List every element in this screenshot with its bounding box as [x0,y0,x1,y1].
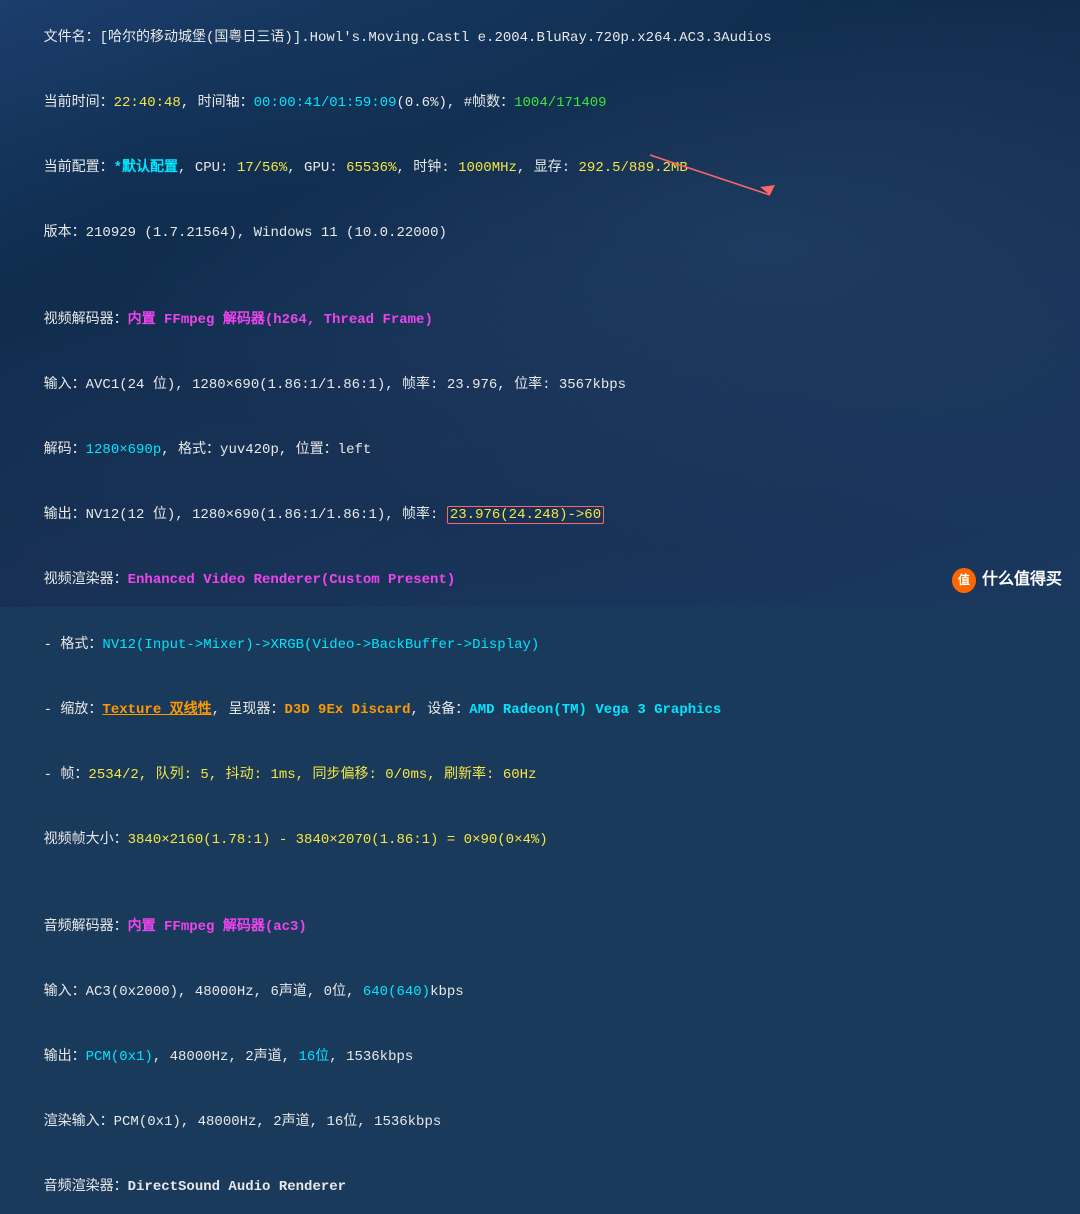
vsize-line: 视频帧大小：3840×2160(1.78:1) - 3840×2070(1.86… [10,808,1070,873]
gpu-sep: , GPU: [287,160,346,176]
blank1 [10,266,1070,288]
vram-sep: , 显存: [517,160,579,176]
ain-pre: AC3(0x2000), 48000Hz, 6声道, 0位, [86,984,363,1000]
ain-line: 输入：AC3(0x2000), 48000Hz, 6声道, 0位, 640(64… [10,960,1070,1025]
filename-label: 文件名： [44,30,100,46]
vdecode-value: 1280×690p [86,442,162,458]
vpos-value: left [338,442,372,458]
vout-label: 输出： [44,507,86,523]
vdec-label: 视频解码器： [44,312,128,328]
gpu-value: 65536% [346,160,396,176]
vframe-value: 2534/2, 队列: 5, 抖动: 1ms, 同步偏移: 0/0ms, 刷新率… [88,767,536,783]
vscale-device-sep: , 设备： [410,702,469,718]
time-label: 当前时间： [44,95,114,111]
vframe-label: - 帧： [44,767,89,783]
vsize-value: 3840×2160(1.78:1) - 3840×2070(1.86:1) = … [128,832,548,848]
version-value: 210929 (1.7.21564), Windows 11 (10.0.220… [86,225,447,241]
vscale-renderer-sep: , 呈现器： [212,702,285,718]
watermark-text: 什么值得买 [982,568,1062,593]
arenderer-label: 音频渲染器： [44,1179,128,1195]
vformat2-value: NV12(Input->Mixer)->XRGB(Video->BackBuff… [102,637,539,653]
vscale-renderer: D3D 9Ex Discard [284,702,410,718]
aout-pcm: PCM(0x1) [86,1049,153,1065]
vrenderer-label: 视频渲染器： [44,572,128,588]
config-line: 当前配置：*默认配置, CPU: 17/56%, GPU: 65536%, 时钟… [10,136,1070,201]
vformat2-line: - 格式：NV12(Input->Mixer)->XRGB(Video->Bac… [10,613,1070,678]
vpos-sep: , 位置： [279,442,338,458]
frame-value: 1004/171409 [514,95,606,111]
vin-value: AVC1(24 位), 1280×690(1.86:1/1.86:1), 帧率:… [86,377,626,393]
fps-highlight-box: 23.976(24.248)->60 [447,506,604,524]
timeline-value: 00:00:41/01:59:09 [254,95,397,111]
arenderer-value: DirectSound Audio Renderer [128,1179,346,1195]
time-value: 22:40:48 [114,95,181,111]
amix-pre: PCM(0x1), 48000Hz, 2声道, 16位, 1536kbps [114,1114,442,1130]
clock-sep: , 时钟: [396,160,458,176]
vformat-sep: , 格式： [161,442,220,458]
vscale-label: - 缩放： [44,702,103,718]
info-overlay: 文件名：[哈尔的移动城堡(国粤日三语)].Howl's.Moving.Castl… [0,0,1080,1214]
vframe-line: - 帧：2534/2, 队列: 5, 抖动: 1ms, 同步偏移: 0/0ms,… [10,743,1070,808]
ain-kbps: 640(640) [363,984,430,1000]
timeline-pct: (0.6%) [396,95,446,111]
vsize-label: 视频帧大小： [44,832,128,848]
watermark: 值 什么值得买 [952,568,1062,593]
vout-pre: NV12(12 位), 1280×690(1.86:1/1.86:1), 帧率: [86,507,447,523]
vscale-tex: Texture 双线性 [102,702,211,718]
aout-bits: 16位 [298,1049,329,1065]
vscale-line: - 缩放：Texture 双线性, 呈现器：D3D 9Ex Discard, 设… [10,678,1070,743]
time-line: 当前时间：22:40:48, 时间轴：00:00:41/01:59:09(0.6… [10,71,1070,136]
filename-value: [哈尔的移动城堡(国粤日三语)].Howl's.Moving.Castl e.2… [100,30,772,46]
vformat-value: yuv420p [220,442,279,458]
vin-line: 输入：AVC1(24 位), 1280×690(1.86:1/1.86:1), … [10,353,1070,418]
aout-label: 输出： [44,1049,86,1065]
config-label: 当前配置： [44,160,114,176]
amix-line: 渲染输入：PCM(0x1), 48000Hz, 2声道, 16位, 1536kb… [10,1090,1070,1155]
vformat2-label: - 格式： [44,637,103,653]
version-label: 版本： [44,225,86,241]
adec-line: 音频解码器：内置 FFmpeg 解码器(ac3) [10,895,1070,960]
ain-kbps-unit: kbps [430,984,464,1000]
vscale-device: AMD Radeon(TM) Vega 3 Graphics [469,702,721,718]
adec-value: 内置 FFmpeg 解码器(ac3) [128,919,307,935]
aout-rest: , 48000Hz, 2声道, [153,1049,299,1065]
vdec-line: 视频解码器：内置 FFmpeg 解码器(h264, Thread Frame) [10,288,1070,353]
watermark-badge: 值 [952,568,976,593]
fps-value: 23.976(24.248)->60 [450,507,601,523]
amix-label: 渲染输入： [44,1114,114,1130]
adec-label: 音频解码器： [44,919,128,935]
frame-sep: , #帧数： [447,95,514,111]
clock-value: 1000MHz [458,160,517,176]
vdec-value: 内置 FFmpeg 解码器(h264, Thread Frame) [128,312,433,328]
annotation-arrow [640,145,800,205]
vin-label: 输入： [44,377,86,393]
config-value: *默认配置 [114,160,178,176]
arenderer-line: 音频渲染器：DirectSound Audio Renderer [10,1155,1070,1214]
timeline-sep: , 时间轴： [181,95,254,111]
filename-line: 文件名：[哈尔的移动城堡(国粤日三语)].Howl's.Moving.Castl… [10,6,1070,71]
aout-kbps: , 1536kbps [329,1049,413,1065]
aout-line: 输出：PCM(0x1), 48000Hz, 2声道, 16位, 1536kbps [10,1025,1070,1090]
ain-label: 输入： [44,984,86,1000]
cpu-value: 17/56% [237,160,287,176]
version-line: 版本：210929 (1.7.21564), Windows 11 (10.0.… [10,201,1070,266]
vrenderer-value: Enhanced Video Renderer(Custom Present) [128,572,456,588]
cpu-sep: , CPU: [178,160,237,176]
vdecode-line: 解码：1280×690p, 格式：yuv420p, 位置：left [10,418,1070,483]
vout-line: 输出：NV12(12 位), 1280×690(1.86:1/1.86:1), … [10,483,1070,548]
vdecode-label: 解码： [44,442,86,458]
vrenderer-line: 视频渲染器：Enhanced Video Renderer(Custom Pre… [10,548,1070,613]
blank2 [10,874,1070,896]
